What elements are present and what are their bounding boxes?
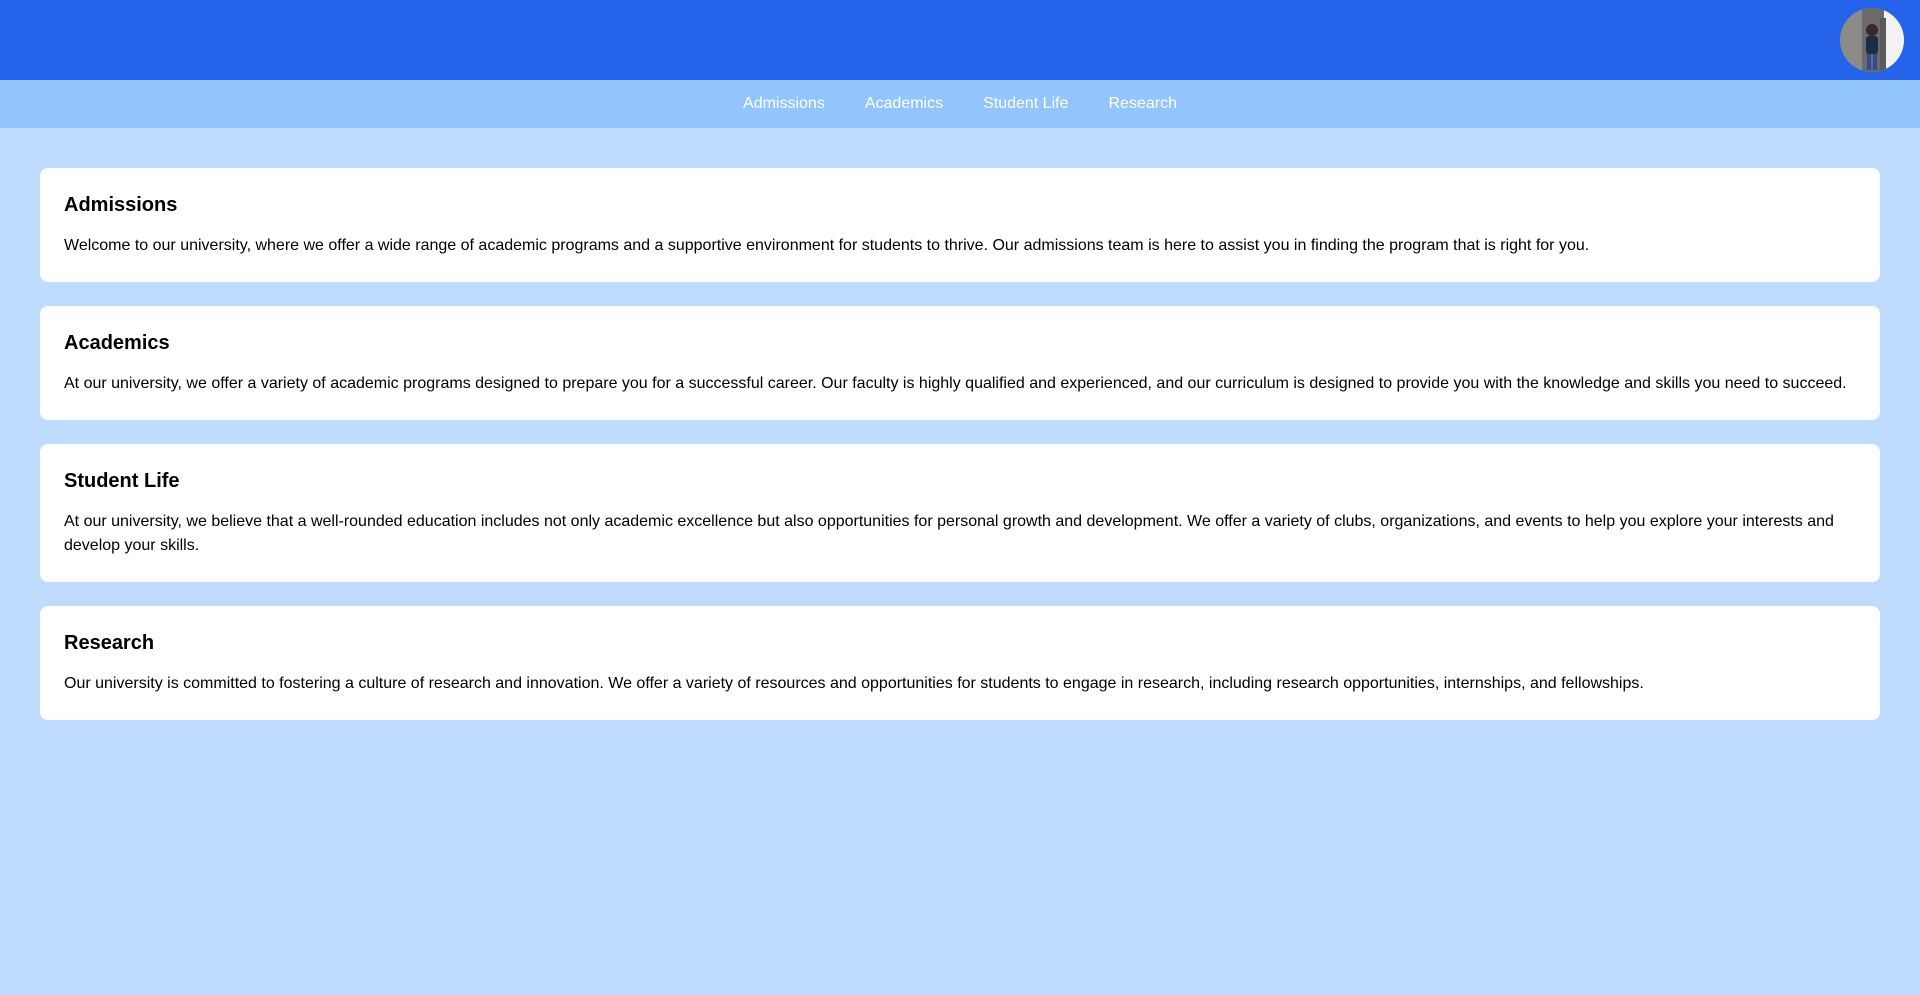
section-academics: Academics At our university, we offer a … bbox=[40, 306, 1880, 420]
avatar-photo-icon bbox=[1840, 8, 1904, 72]
section-text: Our university is committed to fostering… bbox=[64, 675, 1644, 692]
section-research: Research Our university is committed to … bbox=[40, 606, 1880, 720]
section-title: Academics bbox=[64, 332, 170, 354]
section-text: Welcome to our university, where we offe… bbox=[64, 237, 1590, 254]
nav-item-academics[interactable]: Academics bbox=[865, 94, 943, 114]
section-text: At our university, we believe that a wel… bbox=[64, 513, 1834, 554]
section-admissions: Admissions Welcome to our university, wh… bbox=[40, 168, 1880, 282]
section-title: Research bbox=[64, 632, 155, 654]
main-nav: Admissions Academics Student Life Resear… bbox=[0, 80, 1920, 128]
nav-item-research[interactable]: Research bbox=[1108, 94, 1176, 114]
section-text: At our university, we offer a variety of… bbox=[64, 375, 1847, 392]
nav-item-student-life[interactable]: Student Life bbox=[983, 94, 1068, 114]
user-avatar-icon[interactable] bbox=[1840, 8, 1904, 72]
section-student-life: Student Life At our university, we belie… bbox=[40, 444, 1880, 582]
site-header bbox=[0, 0, 1920, 80]
nav-item-admissions[interactable]: Admissions bbox=[743, 94, 825, 114]
main-content: Admissions Welcome to our university, wh… bbox=[0, 128, 1920, 720]
section-title: Admissions bbox=[64, 194, 178, 216]
section-title: Student Life bbox=[64, 470, 180, 492]
